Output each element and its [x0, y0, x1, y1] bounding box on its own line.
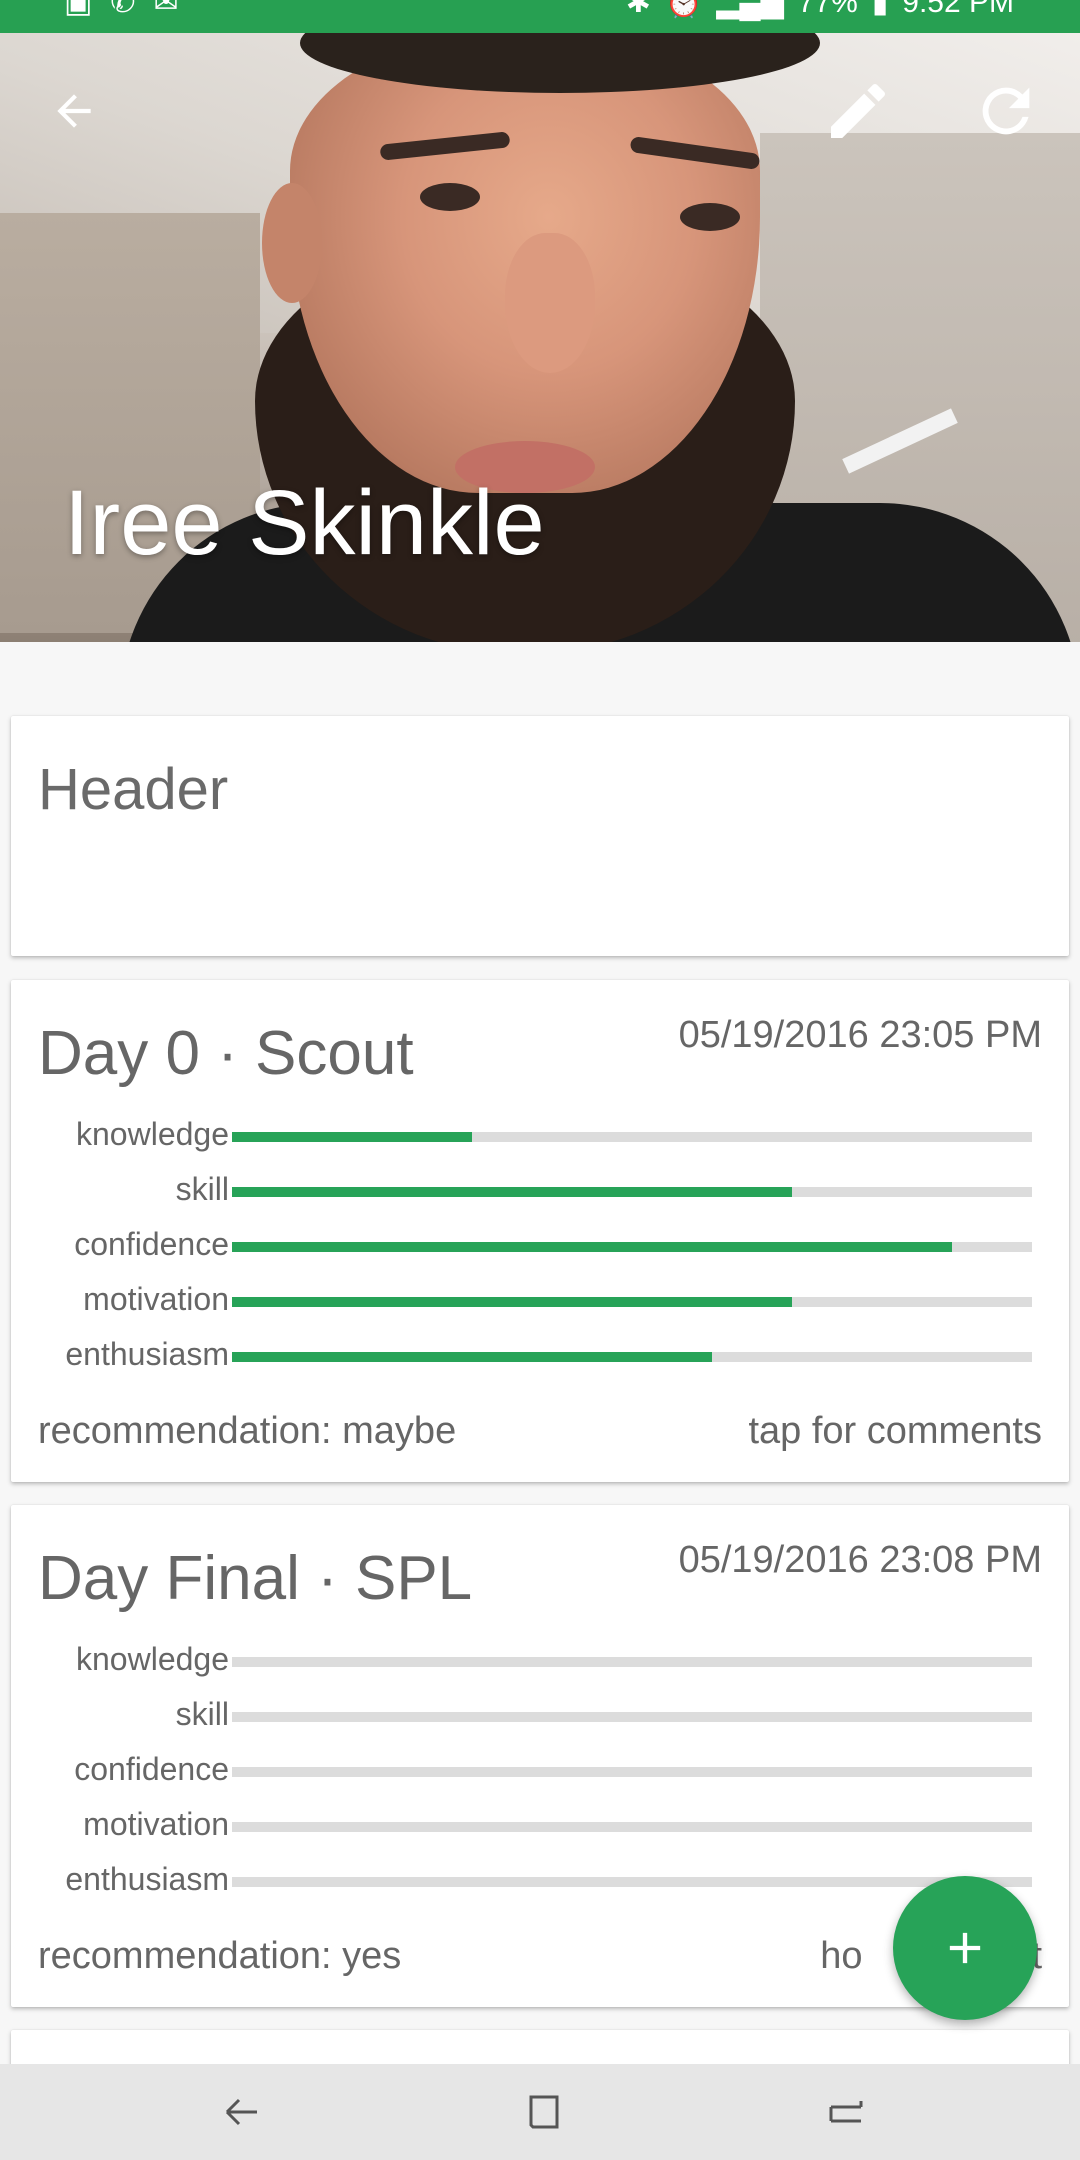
metric-fill [232, 1132, 472, 1142]
recommendation-text: recommendation: maybe [38, 1410, 457, 1452]
evaluation-card[interactable]: Day 0 · Scout 05/19/2016 23:05 PM knowle… [11, 980, 1069, 1482]
hero-nose [505, 233, 595, 373]
edit-pencil-icon [831, 83, 886, 138]
evaluation-title: Day Final · SPL [38, 1544, 473, 1613]
metric-track [232, 1242, 1032, 1252]
battery-icon: ▮ [871, 0, 889, 19]
clock: 9:52 PM [902, 0, 1014, 19]
metric-track [232, 1352, 1032, 1362]
image-notification-icon: ▣ [64, 0, 93, 19]
status-notification-icons: ▣ ✆ ✉ [64, 0, 179, 19]
signal-icon: ▂▄▆ [716, 0, 784, 19]
plus-icon [949, 1932, 981, 1964]
nav-square-icon [529, 2095, 559, 2129]
metric-row: confidence [11, 1226, 1069, 1266]
evaluation-date: 05/19/2016 23:05 PM [678, 1014, 1042, 1056]
back-button[interactable] [34, 71, 114, 151]
comments-link[interactable]: tap for comments [748, 1410, 1042, 1453]
metric-row: enthusiasm [11, 1861, 1069, 1901]
metric-label: confidence [74, 1751, 229, 1787]
profile-name: Iree Skinkle [64, 472, 545, 574]
metric-track [232, 1657, 1032, 1667]
nav-back-icon [225, 2098, 257, 2126]
metric-fill [232, 1297, 792, 1307]
metric-track [232, 1297, 1032, 1307]
recommendation-text: recommendation: yes [38, 1935, 402, 1977]
add-evaluation-button[interactable] [893, 1876, 1037, 2020]
metric-label: skill [175, 1171, 229, 1207]
header-card-title: Header [38, 757, 229, 822]
metric-label: knowledge [76, 1116, 229, 1152]
hero-ear [262, 183, 322, 303]
header-card[interactable]: Header [11, 716, 1069, 956]
status-system-icons: ✱ ⏰ ▂▄▆ 77% ▮ 9:52 PM [625, 0, 1014, 19]
metric-track [232, 1132, 1032, 1142]
metric-track [232, 1187, 1032, 1197]
metric-label: confidence [74, 1226, 229, 1262]
alarm-icon: ⏰ [664, 0, 703, 19]
nav-recents-icon [829, 2101, 863, 2123]
hero-eye-left [420, 183, 480, 211]
metric-row: skill [11, 1696, 1069, 1736]
metric-track [232, 1712, 1032, 1722]
metric-row: motivation [11, 1806, 1069, 1846]
metric-row: skill [11, 1171, 1069, 1211]
metric-label: motivation [83, 1281, 229, 1317]
metric-row: enthusiasm [11, 1336, 1069, 1376]
phone-notification-icon: ✆ [110, 0, 136, 19]
edit-button[interactable] [818, 71, 898, 151]
battery-percent: 77% [797, 0, 858, 19]
metric-track [232, 1822, 1032, 1832]
metric-label: knowledge [76, 1641, 229, 1677]
refresh-icon [982, 87, 1030, 135]
metric-fill [232, 1187, 792, 1197]
metric-track [232, 1877, 1032, 1887]
back-arrow-icon [57, 94, 91, 128]
evaluation-title: Day 0 · Scout [38, 1019, 414, 1088]
metric-label: motivation [83, 1806, 229, 1842]
status-bar: ▣ ✆ ✉ ✱ ⏰ ▂▄▆ 77% ▮ 9:52 PM [0, 0, 1080, 33]
refresh-button[interactable] [966, 71, 1046, 151]
metric-label: skill [175, 1696, 229, 1732]
system-recents-button[interactable] [806, 2080, 886, 2144]
bluetooth-icon: ✱ [625, 0, 651, 19]
evaluation-date: 05/19/2016 23:08 PM [678, 1539, 1042, 1581]
system-home-button[interactable] [504, 2080, 584, 2144]
metric-row: confidence [11, 1751, 1069, 1791]
metric-fill [232, 1242, 952, 1252]
metric-label: enthusiasm [65, 1336, 229, 1372]
metric-track [232, 1767, 1032, 1777]
metric-row: knowledge [11, 1116, 1069, 1156]
metric-row: knowledge [11, 1641, 1069, 1681]
metric-label: enthusiasm [65, 1861, 229, 1897]
profile-hero: Iree Skinkle [0, 33, 1080, 642]
system-back-button[interactable] [202, 2080, 282, 2144]
metric-fill [232, 1352, 712, 1362]
hero-eye-right [680, 203, 740, 231]
message-notification-icon: ✉ [153, 0, 179, 19]
system-navigation-bar [0, 2064, 1080, 2160]
metric-row: motivation [11, 1281, 1069, 1321]
